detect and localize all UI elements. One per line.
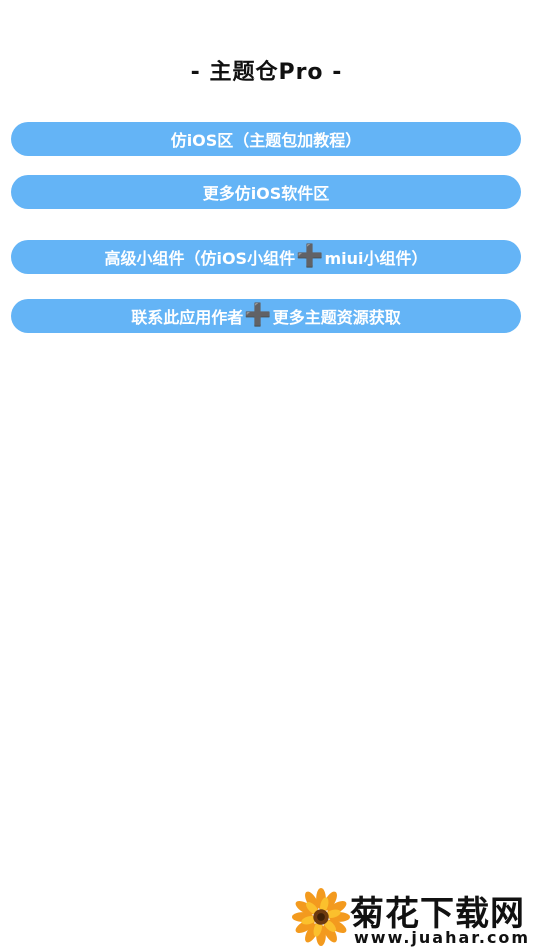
advanced-widgets-label-end: miui小组件） [324, 249, 428, 268]
flower-logo-icon [292, 888, 350, 946]
contact-author-label-end: 更多主题资源获取 [272, 308, 401, 327]
plus-icon: ➕ [244, 303, 272, 328]
plus-icon: ➕ [296, 244, 324, 269]
advanced-widgets-label-start: 高级小组件（仿iOS小组件 [104, 249, 296, 268]
more-ios-apps-button[interactable]: 更多仿iOS软件区 [11, 175, 521, 209]
contact-author-button[interactable]: 联系此应用作者 ➕ 更多主题资源获取 [11, 299, 521, 333]
watermark: 菊花下载网 www.juahar.com [292, 884, 533, 948]
contact-author-label-start: 联系此应用作者 [131, 308, 244, 327]
watermark-url: www.juahar.com [354, 928, 531, 947]
ios-theme-section-label: 仿iOS区（主题包加教程） [170, 131, 362, 150]
page-title: - 主题仓Pro - [190, 60, 343, 85]
ios-theme-section-button[interactable]: 仿iOS区（主题包加教程） [11, 122, 521, 156]
more-ios-apps-label: 更多仿iOS软件区 [202, 184, 330, 203]
advanced-widgets-button[interactable]: 高级小组件（仿iOS小组件 ➕ miui小组件） [11, 240, 521, 274]
